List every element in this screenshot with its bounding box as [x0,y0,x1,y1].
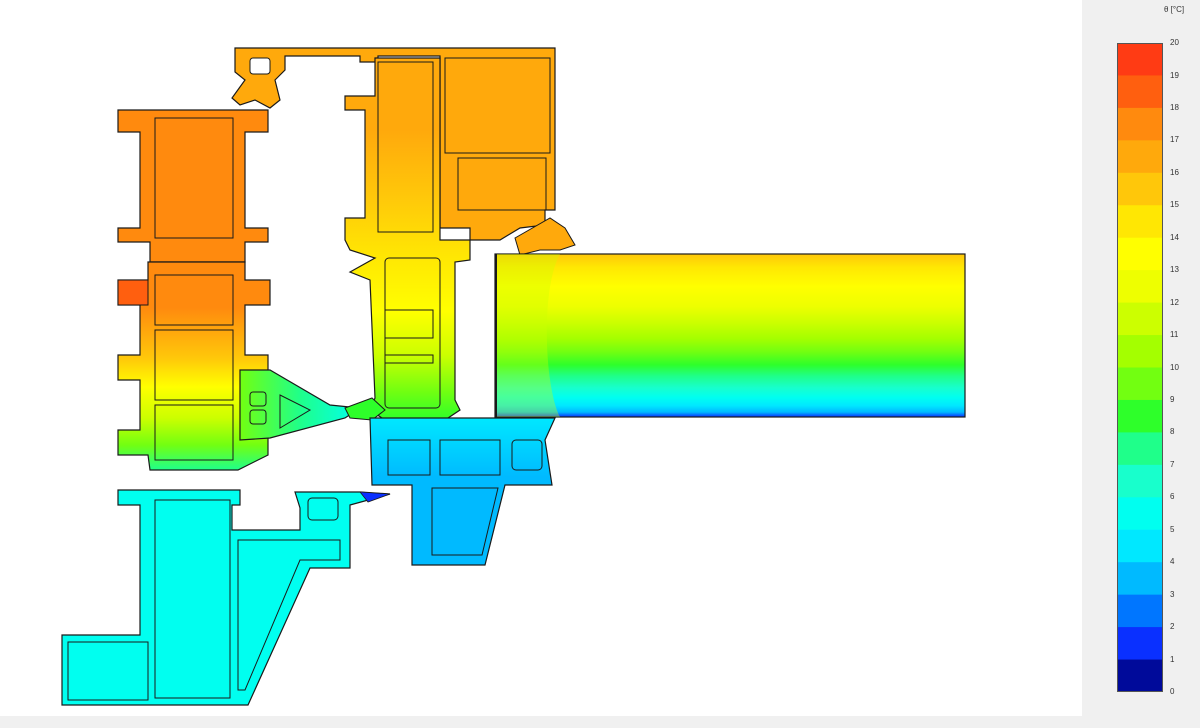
legend-band [1117,302,1163,336]
legend-band [1117,270,1163,304]
legend-band [1117,399,1163,433]
legend-tick-label: 11 [1170,330,1179,340]
legend-band [1117,237,1163,271]
legend-unit-label: θ [°C] [1164,5,1185,14]
legend-tick-label: 2 [1170,622,1175,632]
legend-band [1117,594,1163,628]
legend-tick-label: 9 [1170,394,1175,404]
legend-tick-label: 4 [1170,557,1175,567]
legend-band [1117,205,1163,239]
legend-tick-label: 10 [1170,362,1179,372]
legend-tick-label: 0 [1170,687,1175,696]
head-clip-cavity [249,57,271,75]
legend-band [1117,627,1163,661]
legend-tick-label: 6 [1170,492,1175,502]
glazing-unit [494,253,966,418]
legend-tick-label: 17 [1170,135,1179,145]
sash-upper-profile [117,109,269,263]
legend-band [1117,335,1163,368]
glazing-spacer-line [495,254,497,417]
sill-profile [61,489,391,706]
legend-band [1117,367,1163,401]
legend-tick-label: 13 [1170,265,1179,275]
legend-band [1117,659,1163,692]
legend-band [1117,43,1163,76]
legend-tick-label: 3 [1170,589,1175,599]
legend-tick-label: 19 [1170,70,1179,80]
thermal-section-diagram [61,47,966,706]
legend-tick-label: 12 [1170,297,1179,307]
legend-tick-label: 5 [1170,524,1175,534]
legend-band [1117,107,1163,141]
legend-tick-label: 1 [1170,654,1175,664]
legend-band [1117,464,1163,498]
bottom-strip [0,716,1200,728]
legend-band [1117,432,1163,466]
legend-band [1117,497,1163,531]
legend-tick-label: 20 [1170,38,1179,47]
legend-tick-label: 15 [1170,200,1179,210]
sash-hot-spot [117,279,149,306]
legend-band [1117,172,1163,206]
legend-tick-label: 14 [1170,232,1179,242]
legend-tick-label: 8 [1170,427,1175,437]
legend-tick-label: 16 [1170,167,1179,177]
legend-band [1117,562,1163,596]
legend-tick-label: 18 [1170,102,1179,112]
temperature-legend-bar [1117,43,1163,692]
thermal-plot-area [0,0,1082,716]
legend-band [1117,75,1163,109]
legend-band [1117,140,1163,174]
legend-tick-label: 7 [1170,459,1175,469]
legend-band [1117,529,1163,563]
